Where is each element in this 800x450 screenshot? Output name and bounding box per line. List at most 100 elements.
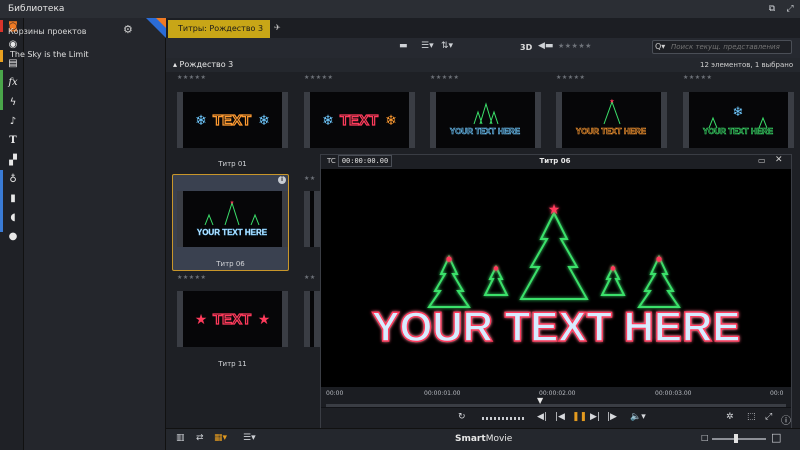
neon-text: TEXT bbox=[340, 112, 378, 129]
list-view-icon[interactable]: ☰▾ bbox=[243, 433, 256, 443]
thumbnail-title-11[interactable]: TEXT ★ ★ bbox=[177, 291, 288, 347]
thumbnail-partial[interactable] bbox=[304, 291, 320, 347]
sort-icon[interactable]: ⇅▾ bbox=[441, 41, 453, 51]
brand-bold: Smart bbox=[455, 434, 486, 444]
rail-strip-green bbox=[0, 70, 3, 110]
star-icon: ★ bbox=[258, 312, 271, 328]
search-icon[interactable]: Q▾ bbox=[655, 42, 665, 51]
step-forward-icon[interactable]: ▶| bbox=[590, 412, 600, 422]
timecode-label: TC bbox=[327, 157, 336, 165]
settings-icon[interactable]: ✲ bbox=[726, 412, 734, 422]
card-rating[interactable]: ★★★★★ bbox=[177, 274, 206, 281]
export-icon[interactable]: ⬚ bbox=[747, 412, 756, 422]
pin-tab-icon[interactable]: ✈ bbox=[274, 23, 286, 35]
brand-label: SmartMovie bbox=[455, 434, 512, 444]
fader-icon[interactable]: ▮ bbox=[6, 192, 20, 206]
star-icon: ★ bbox=[609, 98, 614, 105]
snowflake-icon: ❄ bbox=[733, 105, 744, 120]
rating-filter[interactable]: ★★★★★ bbox=[558, 42, 592, 50]
scrub-bar[interactable] bbox=[326, 404, 786, 407]
playhead-icon[interactable]: ▼ bbox=[537, 396, 543, 405]
pause-icon[interactable]: ❚❚ bbox=[572, 412, 587, 422]
neon-trees bbox=[427, 210, 681, 308]
card-label: Титр 06 bbox=[216, 260, 245, 268]
card-label: Титр 01 bbox=[218, 160, 247, 168]
restore-icon[interactable]: ▭ bbox=[758, 156, 766, 165]
go-to-end-icon[interactable]: |▶ bbox=[607, 412, 617, 422]
breadcrumb[interactable]: ▴ Рождество 3 bbox=[173, 60, 233, 69]
preview-title: Титр 06 bbox=[539, 157, 571, 165]
grid-view-icon[interactable]: ▦▾ bbox=[214, 433, 227, 443]
neon-text: TEXT bbox=[213, 311, 251, 328]
card-rating[interactable]: ★★★★★ bbox=[430, 74, 459, 81]
swap-icon[interactable]: ⇄ bbox=[196, 433, 204, 443]
layers-icon[interactable]: ▤ bbox=[6, 57, 20, 71]
item-count: 12 элементов, 1 выбрано bbox=[700, 61, 794, 69]
tag-icon[interactable]: ◀▬ bbox=[538, 41, 553, 51]
gear-icon[interactable]: ⚙ bbox=[123, 23, 133, 36]
thumbnail-title-02[interactable]: TEXT ❄ ❄ bbox=[304, 92, 415, 148]
folder-icon[interactable]: ▬ bbox=[399, 41, 408, 51]
thumbnail-title-01[interactable]: TEXT ❄ ❄ bbox=[177, 92, 288, 148]
trash-icon[interactable]: ▥ bbox=[176, 433, 185, 443]
card-rating[interactable]: ★★★★★ bbox=[683, 74, 712, 81]
neon-text: YOUR TEXT HERE bbox=[576, 127, 647, 136]
thumbnail-title-06[interactable]: ★ YOUR TEXT HERE bbox=[177, 191, 288, 247]
step-back-icon[interactable]: |◀ bbox=[555, 412, 565, 422]
zoom-slider[interactable] bbox=[712, 438, 766, 440]
fullscreen-icon[interactable]: ⤢ bbox=[765, 412, 772, 422]
close-icon[interactable]: ✕ bbox=[775, 155, 783, 165]
loop-icon[interactable]: ↻ bbox=[458, 412, 466, 422]
jog-slider[interactable] bbox=[482, 417, 526, 420]
fx-icon[interactable]: fx bbox=[6, 76, 20, 90]
thumbnail-title-03[interactable]: YOUR TEXT HERE bbox=[430, 92, 541, 148]
restore-icon[interactable]: ⧉ bbox=[765, 2, 779, 16]
info-icon[interactable]: i bbox=[278, 176, 286, 184]
svg-text:★: ★ bbox=[548, 202, 561, 218]
sticker-icon[interactable]: ● bbox=[6, 230, 20, 244]
star-icon: ★ ● ● ● ● bbox=[446, 202, 662, 272]
bin-item[interactable]: The Sky is the Limit bbox=[10, 50, 89, 59]
thumbnail-title-04[interactable]: ★ YOUR TEXT HERE bbox=[556, 92, 667, 148]
title-bar bbox=[0, 0, 800, 18]
card-rating[interactable]: ★★★★★ bbox=[177, 74, 206, 81]
timecode-field[interactable]: 00:00:00.00 bbox=[338, 155, 392, 167]
svg-text:●: ● bbox=[446, 255, 452, 263]
thumbnail-title-05[interactable]: ❄ YOUR TEXT HERE bbox=[683, 92, 794, 148]
text-icon[interactable]: T bbox=[6, 134, 20, 148]
snowflake-icon: ❄ bbox=[322, 113, 334, 129]
sound-icon[interactable]: ◖ bbox=[6, 211, 20, 225]
popout-icon[interactable]: ⤢ bbox=[783, 2, 797, 16]
zoom-in-icon[interactable]: □ bbox=[771, 431, 781, 444]
card-rating[interactable]: ★★★★★ bbox=[304, 74, 333, 81]
bolt-icon[interactable]: ϟ bbox=[6, 96, 20, 110]
thumbnail-partial[interactable] bbox=[304, 191, 320, 247]
snowflake-icon: ❄ bbox=[195, 113, 207, 129]
zoom-out-icon[interactable]: □ bbox=[701, 433, 709, 442]
neon-text: YOUR TEXT HERE bbox=[450, 127, 521, 136]
music-icon[interactable]: ♪ bbox=[6, 115, 20, 129]
card-label: Титр 11 bbox=[218, 360, 247, 368]
volume-icon[interactable]: 🔈▾ bbox=[630, 412, 646, 422]
card-rating[interactable]: ★★ bbox=[304, 274, 316, 281]
transition-icon[interactable]: ▞ bbox=[6, 154, 20, 168]
timer-icon[interactable]: ♁ bbox=[6, 173, 20, 187]
go-to-start-icon[interactable]: ◀| bbox=[537, 412, 547, 422]
ruler-tick: 00:00:02.00 bbox=[539, 390, 576, 397]
info-icon[interactable]: ⓘ bbox=[781, 412, 791, 427]
list-menu-icon[interactable]: ☰▾ bbox=[421, 41, 434, 51]
star-icon: ★ bbox=[195, 312, 208, 328]
card-rating[interactable]: ★★ bbox=[304, 175, 316, 182]
svg-text:●: ● bbox=[610, 265, 615, 272]
zoom-slider-thumb[interactable] bbox=[734, 434, 739, 443]
bins-title: Корзины проектов bbox=[8, 27, 87, 36]
rail-strip-red bbox=[0, 20, 3, 32]
brand-rest: Movie bbox=[485, 434, 513, 444]
neon-text: YOUR TEXT HERE bbox=[372, 303, 741, 350]
3d-filter[interactable]: 3D bbox=[520, 43, 532, 52]
video-preview[interactable]: ★ ● ● ● ● YOUR TEXT HERE bbox=[321, 169, 791, 387]
neon-text: TEXT bbox=[213, 112, 251, 129]
search-input[interactable] bbox=[671, 41, 789, 53]
tab-titles-christmas[interactable]: Титры: Рождество 3 bbox=[168, 20, 270, 38]
card-rating[interactable]: ★★★★★ bbox=[556, 74, 585, 81]
